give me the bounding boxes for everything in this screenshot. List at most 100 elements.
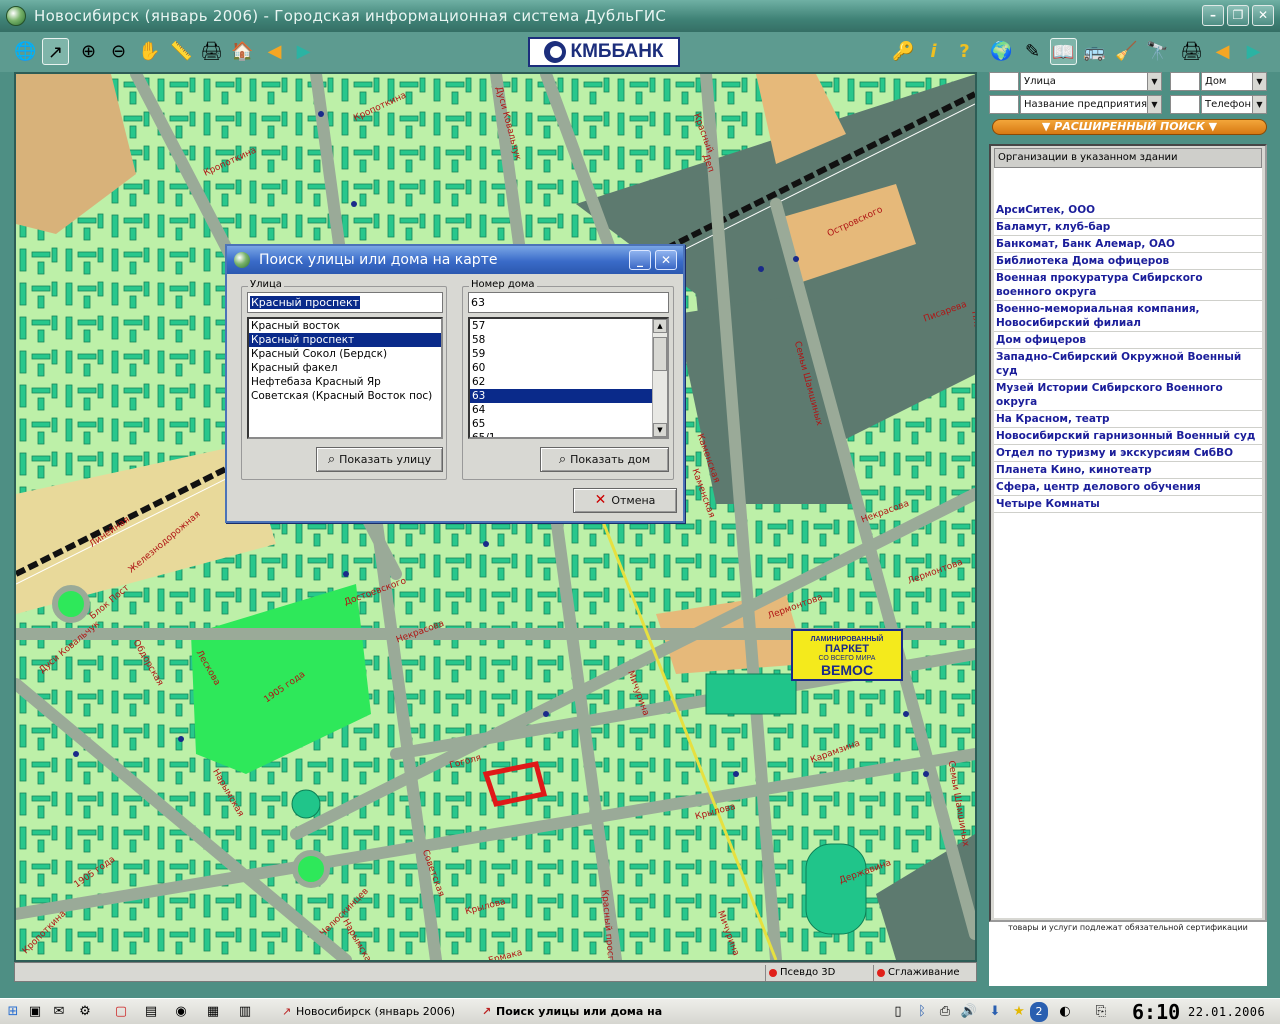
globe-search-icon[interactable]: 🌍 — [988, 38, 1015, 65]
org-list-item[interactable]: Библиотека Дома офицеров — [994, 253, 1262, 270]
quicklaunch-icon[interactable]: ⚙ — [76, 1002, 94, 1022]
org-list-item[interactable]: Военно-мемориальная компания, Новосибирс… — [994, 301, 1262, 332]
quicklaunch-icon[interactable]: ▤ — [142, 1002, 160, 1022]
task-dublgis[interactable]: Новосибирск (январь 2006) — [280, 1002, 465, 1022]
hand-pan-icon[interactable]: ✋ — [136, 38, 163, 65]
bus-icon[interactable]: 🚌 — [1081, 38, 1108, 65]
globe-icon[interactable]: 🌐 — [12, 38, 39, 65]
company-search-box[interactable] — [989, 95, 1019, 114]
house-select[interactable]: Дом ▼ — [1201, 72, 1267, 91]
chevron-down-icon[interactable]: ▼ — [1147, 73, 1161, 90]
street-list-item[interactable]: Красный восток — [249, 319, 441, 333]
pointer-icon[interactable]: ↗ — [42, 38, 69, 65]
street-list-item[interactable]: Красный проспект — [249, 333, 441, 347]
bluetooth-icon[interactable]: ᛒ — [914, 1002, 930, 1022]
close-button[interactable]: ✕ — [1252, 5, 1274, 26]
scroll-up-icon[interactable]: ▲ — [653, 319, 667, 333]
house-list-item[interactable]: 58 — [470, 333, 652, 347]
org-list-item[interactable]: Банкомат, Банк Алемар, ОАО — [994, 236, 1262, 253]
cancel-button[interactable]: ✕ Отмена — [573, 488, 677, 513]
tray-icon[interactable]: ▯ — [890, 1002, 906, 1022]
house-list-item[interactable]: 64 — [470, 403, 652, 417]
org-list-item[interactable]: Военная прокуратура Сибирского военного … — [994, 270, 1262, 301]
print-icon-right[interactable]: 🖨 — [1178, 38, 1205, 65]
start-icon[interactable]: ⊞ — [4, 1002, 22, 1022]
phone-search-box[interactable] — [1170, 95, 1200, 114]
show-street-button[interactable]: ⌕ Показать улицу — [316, 447, 443, 472]
task-search-dialog[interactable]: Поиск улицы или дома на — [480, 1002, 670, 1022]
pseudo3d-toggle[interactable]: Псевдо 3D — [765, 965, 835, 981]
chevron-down-icon[interactable]: ▼ — [1252, 96, 1266, 113]
quicklaunch-icon[interactable]: ◉ — [172, 1002, 190, 1022]
org-list-item[interactable]: Четыре Комнаты — [994, 496, 1262, 513]
binoculars-icon[interactable]: 🔭 — [1144, 38, 1171, 65]
key-icon[interactable]: 🔑 — [890, 38, 917, 65]
company-select[interactable]: Название предприятия ▼ — [1020, 95, 1162, 114]
quicklaunch-icon[interactable]: ▦ — [204, 1002, 222, 1022]
quicklaunch-icon[interactable]: ▥ — [236, 1002, 254, 1022]
back-arrow-icon-right[interactable]: ◀ — [1209, 38, 1236, 65]
pencil-icon[interactable]: ✎ — [1019, 38, 1046, 65]
tray-icon[interactable]: ⎘ — [1092, 1002, 1110, 1022]
house-input[interactable]: 63 — [468, 292, 669, 313]
zoom-in-icon[interactable]: ⊕ — [75, 38, 102, 65]
folder-icon[interactable]: 📖 — [1050, 38, 1077, 65]
dialog-minimize-button[interactable]: _ — [629, 250, 651, 270]
print-icon[interactable]: 🖨 — [198, 38, 225, 65]
org-list-item[interactable]: Сфера, центр делового обучения — [994, 479, 1262, 496]
house-list-item[interactable]: 59 — [470, 347, 652, 361]
home-icon[interactable]: 🏠 — [229, 38, 256, 65]
chevron-down-icon[interactable]: ▼ — [1147, 96, 1161, 113]
street-list[interactable]: Красный восток Красный проспект Красный Со… — [247, 317, 443, 439]
house-list-scrollbar[interactable]: ▲ ▼ — [652, 319, 667, 437]
house-list[interactable]: 57 58 59 60 62 63 64 65 65/1 ▲ ▼ — [468, 317, 669, 439]
house-list-item[interactable]: 57 — [470, 319, 652, 333]
phone-select[interactable]: Телефон ▼ — [1201, 95, 1267, 114]
house-list-item[interactable]: 60 — [470, 361, 652, 375]
scroll-thumb[interactable] — [653, 337, 667, 371]
org-list-item[interactable]: Баламут, клуб-бар — [994, 219, 1262, 236]
download-icon[interactable]: ⬇ — [986, 1002, 1004, 1022]
quicklaunch-icon[interactable]: ▣ — [26, 1002, 44, 1022]
house-search-box[interactable] — [1170, 72, 1200, 91]
quicklaunch-icon[interactable]: ✉ — [50, 1002, 68, 1022]
org-list-item[interactable]: Отдел по туризму и экскурсиям СибВО — [994, 445, 1262, 462]
house-list-item[interactable]: 65 — [470, 417, 652, 431]
house-list-item[interactable]: 65/1 — [470, 431, 652, 437]
info-icon[interactable]: i — [920, 38, 947, 65]
star-icon[interactable]: ★ — [1010, 1002, 1028, 1022]
ruler-icon[interactable]: 📏 — [168, 38, 195, 65]
extended-search-button[interactable]: ▼ РАСШИРЕННЫЙ ПОИСК ▼ — [992, 119, 1267, 135]
restore-button[interactable]: ❐ — [1227, 5, 1249, 26]
volume-icon[interactable]: 🔊 — [960, 1002, 978, 1022]
org-list-item[interactable]: Планета Кино, кинотеатр — [994, 462, 1262, 479]
tray-count[interactable]: 2 — [1030, 1002, 1048, 1022]
org-list-item[interactable]: Новосибирский гарнизонный Военный суд — [994, 428, 1262, 445]
back-arrow-icon[interactable]: ◀ — [261, 38, 288, 65]
help-icon[interactable]: ? — [951, 38, 978, 65]
street-list-item[interactable]: Красный Сокол (Бердск) — [249, 347, 441, 361]
street-search-box[interactable] — [989, 72, 1019, 91]
forward-arrow-icon[interactable]: ▶ — [290, 38, 317, 65]
minimize-button[interactable]: – — [1202, 5, 1224, 26]
zoom-out-icon[interactable]: ⊖ — [105, 38, 132, 65]
house-list-item[interactable]: 62 — [470, 375, 652, 389]
smoothing-toggle[interactable]: Сглаживание — [873, 965, 959, 981]
broom-icon[interactable]: 🧹 — [1113, 38, 1140, 65]
kmbbank-banner[interactable]: КМББАНК — [528, 37, 680, 67]
house-list-item[interactable]: 63 — [470, 389, 652, 403]
org-list-item[interactable]: Музей Истории Сибирского Военного округа — [994, 380, 1262, 411]
dialog-close-button[interactable]: ✕ — [655, 250, 677, 270]
street-select[interactable]: Улица ▼ — [1020, 72, 1162, 91]
org-list-item[interactable]: На Красном, театр — [994, 411, 1262, 428]
org-list-item[interactable]: АрсиСитек, ООО — [994, 202, 1262, 219]
printer-tray-icon[interactable]: ⎙ — [936, 1002, 954, 1022]
clock[interactable]: 6:10 — [1132, 1000, 1180, 1024]
network-icon[interactable]: ◐ — [1056, 1002, 1074, 1022]
street-input[interactable]: Красный проспект — [247, 292, 443, 313]
vemos-ad[interactable]: ЛАМИНИРОВАННЫЙ ПАРКЕТ СО ВСЕГО МИРА ВЕМО… — [791, 629, 903, 681]
street-list-item[interactable]: Нефтебаза Красный Яр — [249, 375, 441, 389]
date[interactable]: 22.01.2006 — [1188, 1000, 1265, 1024]
forward-arrow-icon-right[interactable]: ▶ — [1240, 38, 1267, 65]
org-list-item[interactable]: Западно-Сибирский Окружной Военный суд — [994, 349, 1262, 380]
